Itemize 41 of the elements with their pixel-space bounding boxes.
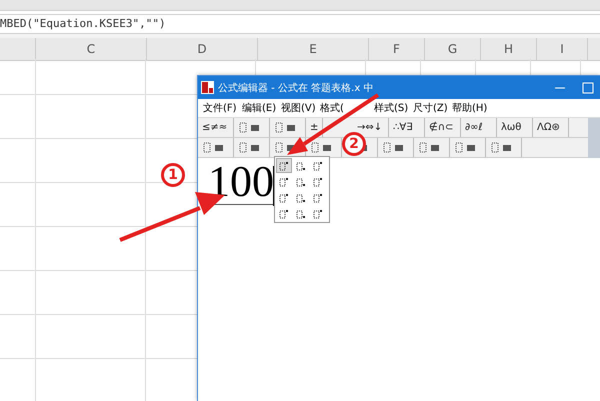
template-icon: [274, 122, 298, 133]
step-number: 1: [161, 163, 185, 187]
template-icon: [238, 122, 262, 133]
symbol-button[interactable]: ≤≠≈: [198, 118, 234, 137]
menu-item[interactable]: 编辑(E): [242, 101, 276, 115]
column-header[interactable]: I: [537, 38, 588, 60]
column-header[interactable]: H: [481, 38, 537, 60]
formula-text: MBED("Equation.KSEE3",""): [0, 14, 600, 34]
column-header[interactable]: F: [369, 38, 425, 60]
column-header[interactable]: G: [425, 38, 481, 60]
symbol-button[interactable]: ∂∞ℓ: [461, 118, 497, 137]
menu-item[interactable]: 样式(S): [374, 101, 408, 115]
template-option[interactable]: [311, 159, 325, 172]
symbol-button[interactable]: ±: [306, 118, 323, 137]
template-icon: [382, 142, 406, 153]
column-header[interactable]: E: [258, 38, 369, 60]
template-option[interactable]: [311, 207, 325, 220]
menu-item[interactable]: 尺寸(Z): [413, 101, 447, 115]
template-icon: [490, 142, 514, 153]
template-icon: [238, 142, 262, 153]
template-icon: [418, 142, 442, 153]
template-option[interactable]: [311, 191, 325, 204]
template-option[interactable]: [277, 175, 291, 188]
menu-item[interactable]: 帮助(H): [452, 101, 486, 115]
template-icon: [202, 142, 226, 153]
symbol-button[interactable]: ∴∀∃: [389, 118, 425, 137]
symbol-button[interactable]: ∉∩⊂: [425, 118, 461, 137]
template-option[interactable]: [277, 191, 291, 204]
menu-item[interactable]: 文件(F): [203, 101, 237, 115]
template-icon: [454, 142, 478, 153]
template-icon: [310, 142, 334, 153]
menu-item[interactable]: 格式(: [320, 101, 369, 115]
menu-item[interactable]: 视图(V): [281, 101, 315, 115]
template-option[interactable]: [311, 175, 325, 188]
app-icon: [201, 81, 214, 94]
symbol-button[interactable]: λωθ: [497, 118, 533, 137]
template-option[interactable]: [277, 207, 291, 220]
template-option[interactable]: [277, 159, 291, 172]
window-title: 公式编辑器 - 公式在 答题表格.x 中: [218, 82, 374, 94]
column-header[interactable]: D: [147, 38, 258, 60]
symbol-button[interactable]: ΛΩ⊛: [533, 118, 569, 137]
